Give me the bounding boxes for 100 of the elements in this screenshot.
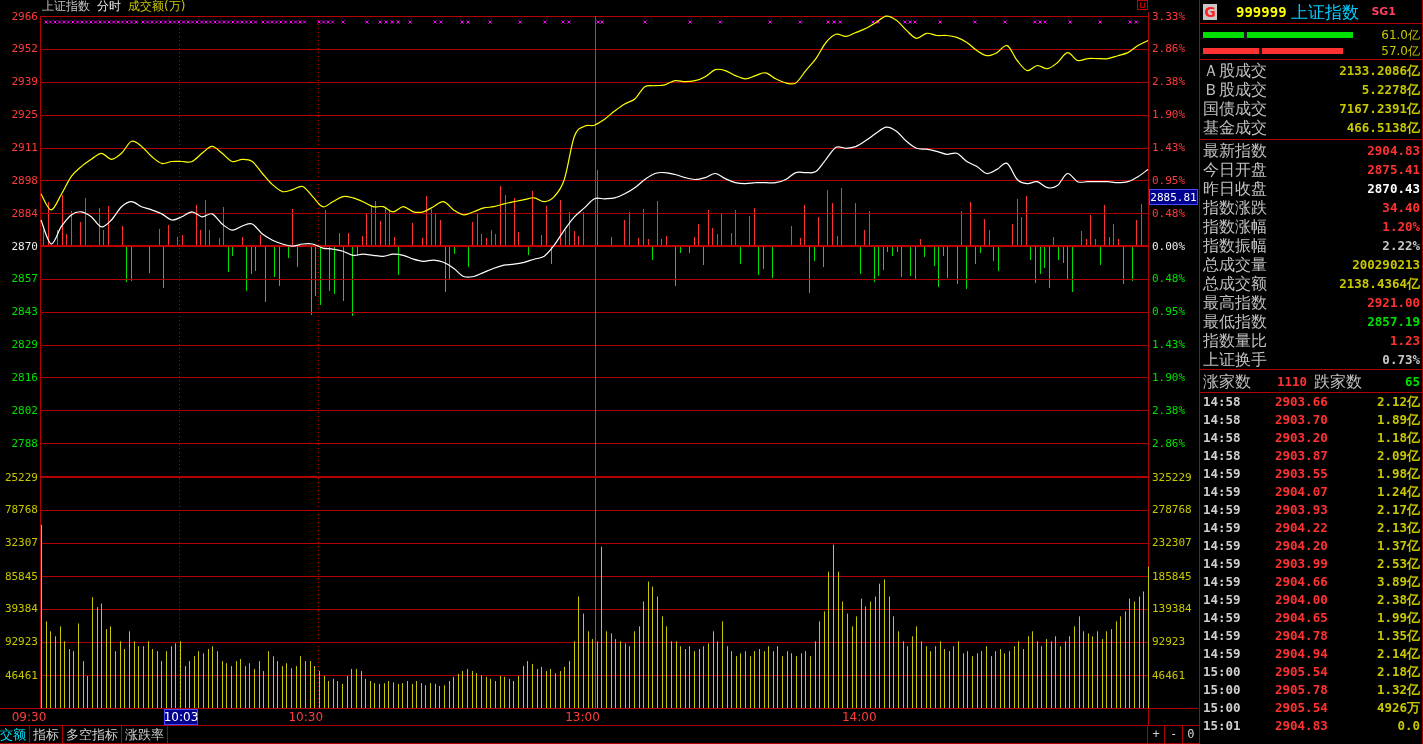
tick-volume: 2.13亿	[1376, 519, 1420, 537]
cursor-time-label: 10:03	[163, 709, 199, 725]
tick-volume: 4926万	[1376, 699, 1420, 717]
price-axis-label: 2884	[11, 206, 38, 220]
tick-price: 2903.55	[1275, 465, 1328, 483]
volume-axis-label: 185845	[1152, 569, 1192, 583]
tick-volume: 2.14亿	[1376, 645, 1420, 663]
tick-volume: 1.89亿	[1376, 411, 1420, 429]
tick-time: 14:58	[1203, 447, 1242, 465]
tick-volume: 2.38亿	[1376, 591, 1420, 609]
tick-time: 14:59	[1203, 591, 1242, 609]
stat-value: 2138.4364亿	[1339, 275, 1420, 293]
percent-axis-label: 0.48%	[1152, 206, 1186, 220]
market-tag: SG1	[1371, 4, 1396, 19]
price-axis-label: 2952	[11, 42, 38, 56]
tick-price: 2903.87	[1275, 447, 1328, 465]
tick-volume: 1.98亿	[1376, 465, 1420, 483]
tick-time: 14:59	[1203, 555, 1242, 573]
tick-price: 2905.54	[1275, 699, 1328, 717]
turnover-label: Ａ股成交	[1203, 61, 1267, 80]
tick-price: 2904.00	[1275, 591, 1328, 609]
tick-price: 2904.22	[1275, 519, 1328, 537]
tick-time: 14:58	[1203, 393, 1242, 411]
volume-axis-label: 46461	[4, 668, 38, 682]
tick-volume: 3.89亿	[1376, 573, 1420, 591]
tick-volume: 2.12亿	[1376, 393, 1420, 411]
price-axis-label: 2898	[11, 173, 38, 187]
stat-value: 0.73%	[1382, 351, 1420, 369]
stat-value: 1.23	[1389, 332, 1420, 350]
tick-volume: 1.99亿	[1376, 609, 1420, 627]
price-axis-label: 2829	[11, 338, 38, 352]
tick-time: 14:59	[1203, 519, 1242, 537]
tick-volume: 1.18亿	[1376, 429, 1420, 447]
advancers-label: 涨家数	[1203, 371, 1251, 391]
volume-axis-label: 92923	[1152, 635, 1186, 649]
turnover-value: 466.5138亿	[1346, 119, 1420, 137]
stat-label: 总成交量	[1203, 255, 1267, 274]
tick-time: 14:59	[1203, 627, 1242, 645]
volume-axis-label: 46461	[1152, 668, 1186, 682]
tick-price: 2903.70	[1275, 411, 1328, 429]
tick-price: 2903.93	[1275, 501, 1328, 519]
volume-axis-label: 92923	[4, 635, 38, 649]
stat-value: 2921.00	[1367, 294, 1420, 312]
turnover-label: 基金成交	[1203, 118, 1267, 137]
chart-title: 上证指数	[42, 0, 90, 12]
stat-label: 指数量比	[1203, 331, 1267, 350]
volume-axis-label: 325229	[1152, 470, 1192, 484]
tick-time: 14:59	[1203, 465, 1242, 483]
tick-price: 2904.07	[1275, 483, 1328, 501]
percent-axis-label: 0.95%	[1152, 173, 1186, 187]
tick-time: 14:58	[1203, 411, 1242, 429]
stat-value: 200290213	[1352, 256, 1420, 274]
index-code: 999999	[1236, 3, 1287, 20]
tick-time: 15:00	[1203, 681, 1242, 699]
index-name: 上证指数	[1290, 1, 1359, 22]
tick-volume: 2.17亿	[1376, 501, 1420, 519]
price-axis-label: 2816	[11, 371, 38, 384]
tick-volume: 1.37亿	[1376, 537, 1420, 555]
percent-axis-label: 2.38%	[1152, 75, 1186, 89]
tick-price: 2904.94	[1275, 645, 1328, 663]
tick-price: 2903.66	[1275, 393, 1328, 411]
volume-axis-label: 39384	[4, 602, 38, 616]
stat-label: 最低指数	[1203, 312, 1267, 331]
decliners-count: 65	[1404, 372, 1420, 391]
tick-time: 14:59	[1203, 609, 1242, 627]
price-axis-label: 2966	[11, 9, 38, 23]
percent-axis-label: 1.90%	[1152, 371, 1186, 384]
turnover-value: 2133.2086亿	[1339, 62, 1420, 80]
percent-axis-label: 0.95%	[1152, 305, 1186, 319]
tick-price: 2903.99	[1275, 555, 1328, 573]
tick-time: 14:59	[1203, 537, 1242, 555]
volume-axis-label: 278768	[1152, 503, 1192, 517]
tick-volume: 1.32亿	[1376, 681, 1420, 699]
tick-time: 15:00	[1203, 699, 1242, 717]
price-axis-label: 2802	[11, 403, 38, 417]
stat-label: 昨日收盘	[1203, 179, 1267, 198]
flow-amount: 57.0亿	[1381, 44, 1420, 58]
time-axis-label: 09:30	[11, 710, 47, 724]
tick-price: 2904.20	[1275, 537, 1328, 555]
tick-time: 15:00	[1203, 663, 1242, 681]
tick-price: 2904.83	[1275, 717, 1328, 735]
percent-axis-label: 1.43%	[1152, 141, 1186, 155]
tick-time: 14:59	[1203, 645, 1242, 663]
volume-axis-label: 85845	[4, 569, 38, 583]
price-axis-label: 2925	[11, 108, 38, 122]
tick-price: 2903.20	[1275, 429, 1328, 447]
price-axis-label: 2870	[11, 239, 38, 253]
tick-volume: 1.24亿	[1376, 483, 1420, 501]
percent-axis-label: 0.00%	[1152, 239, 1186, 253]
tick-volume: 1.35亿	[1376, 627, 1420, 645]
tick-volume: 2.09亿	[1376, 447, 1420, 465]
percent-axis-label: 1.43%	[1152, 338, 1186, 352]
volume-axis-label: 78768	[4, 503, 38, 517]
stat-value: 34.40	[1382, 199, 1420, 217]
stat-value: 2870.43	[1367, 180, 1420, 198]
percent-axis-label: 3.33%	[1152, 9, 1186, 23]
tick-price: 2905.78	[1275, 681, 1328, 699]
volume-axis-label: 139384	[1152, 602, 1192, 616]
percent-axis-label: 2.86%	[1152, 436, 1186, 450]
time-axis-label: 14:00	[841, 710, 877, 724]
